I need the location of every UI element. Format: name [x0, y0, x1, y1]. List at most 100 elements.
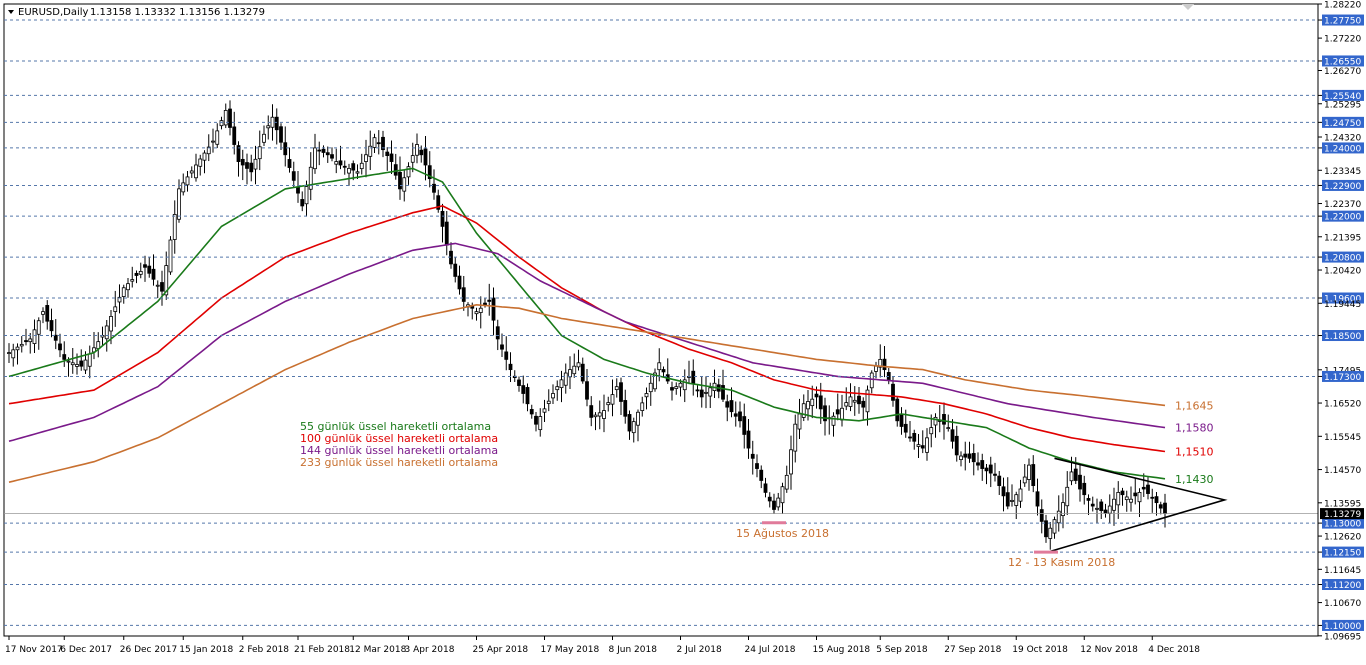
candle-body: [521, 385, 526, 394]
ema-legend: 55 günlük üssel hareketli ortalama100 gü…: [300, 420, 498, 469]
time-tick-label: 26 Dec 2017: [120, 645, 178, 655]
candle-body: [419, 149, 424, 156]
candle-body: [28, 338, 33, 343]
candle-body: [797, 413, 802, 430]
candle-body: [891, 383, 895, 401]
candle-body: [529, 409, 534, 415]
candle-body: [232, 126, 237, 145]
time-tick-label: 24 Jul 2018: [745, 645, 796, 655]
candle-body: [614, 386, 619, 391]
candle-body: [194, 164, 198, 179]
price-tick-label: 1.10000: [1324, 622, 1361, 632]
candle-body: [113, 306, 118, 312]
candle-body: [504, 351, 509, 360]
candle-body: [606, 402, 611, 406]
candle-body: [138, 270, 143, 275]
candle-body: [708, 387, 713, 397]
candle-body: [644, 393, 649, 398]
candle-body: [695, 389, 700, 392]
candle-body: [1095, 507, 1099, 510]
candle-body: [83, 359, 88, 371]
candle-body: [954, 435, 959, 456]
candle-body: [45, 305, 50, 322]
candle-body: [189, 170, 194, 174]
candle-body: [738, 411, 742, 422]
candle-body: [351, 163, 356, 171]
candle-body: [1022, 476, 1027, 484]
price-tick-label: 1.19445: [1324, 300, 1361, 310]
candle-body: [912, 432, 917, 442]
price-tick-label: 1.20420: [1324, 267, 1361, 277]
candle-body: [963, 453, 968, 458]
candle-body: [79, 360, 84, 367]
candle-body: [338, 160, 343, 166]
candle-body: [929, 427, 934, 435]
candle-body: [725, 401, 730, 408]
candle-body: [572, 365, 577, 375]
candle-body: [840, 407, 844, 421]
price-tick-label: 1.10670: [1324, 599, 1361, 609]
ema-end-label: 1,1645: [1175, 399, 1214, 412]
price-tick-label: 1.15545: [1324, 433, 1361, 443]
candle-body: [283, 142, 288, 156]
candle-body: [262, 133, 266, 143]
candle-body: [15, 346, 20, 351]
candle-body: [1090, 503, 1095, 507]
candle-body: [457, 275, 462, 290]
candle-body: [202, 152, 207, 161]
candle-body: [274, 116, 279, 131]
candle-body: [661, 369, 666, 373]
candle-body: [376, 142, 381, 145]
candle-body: [1150, 496, 1155, 499]
time-axis[interactable]: 17 Nov 20176 Dec 2017 26 Dec 2017 15 Jan 2…: [5, 636, 1200, 655]
candle-body: [1001, 486, 1006, 497]
candle-body: [640, 402, 645, 411]
symbol-title: EURUSD,Daily: [18, 7, 89, 18]
candle-body: [1039, 509, 1044, 522]
candle-body: [657, 362, 662, 371]
candle-body: [776, 497, 781, 508]
candle-body: [211, 140, 215, 143]
candle-body: [942, 414, 946, 425]
price-tick-label: 1.14570: [1324, 466, 1361, 476]
price-tick-label: 1.24750: [1324, 119, 1361, 129]
current-price-label: 1.13279: [1324, 510, 1361, 520]
candle-body: [415, 144, 419, 156]
price-tick-label: 1.27750: [1324, 17, 1361, 27]
candle-body: [542, 408, 547, 413]
candle-body: [844, 402, 849, 407]
price-tick-label: 1.20800: [1324, 254, 1361, 264]
candle-body: [287, 159, 292, 168]
candle-body: [895, 398, 900, 422]
candle-body: [453, 263, 458, 277]
candle-body: [291, 171, 296, 181]
low-annotation: 15 Ağustos 2018: [736, 527, 829, 540]
candle-body: [1010, 499, 1014, 502]
candle-body: [296, 186, 300, 194]
candle-body: [925, 437, 929, 453]
candle-body: [313, 147, 317, 170]
candle-body: [810, 398, 815, 407]
candle-body: [729, 400, 734, 413]
price-tick-label: 1.26550: [1324, 57, 1361, 67]
candle-body: [304, 186, 309, 205]
candle-body: [874, 365, 878, 372]
candle-body: [755, 463, 759, 469]
candle-body: [245, 162, 249, 169]
candle-body: [342, 165, 347, 168]
candle-body: [62, 354, 67, 360]
price-axis[interactable]: 1.282201.277501.272201.265501.262701.255…: [1317, 1, 1364, 643]
time-tick-label: 6 Dec 2017: [60, 645, 112, 655]
candle-body: [257, 146, 262, 160]
candle-body: [1082, 482, 1087, 496]
candle-body: [721, 385, 725, 400]
eurusd-daily-chart[interactable]: 1,1430 1,1510 1,1580 1,1645 15 Ağustos 2018…: [0, 0, 1366, 665]
candle-body: [1014, 494, 1019, 506]
time-tick-label: 15 Jan 2018: [179, 645, 233, 655]
candle-body: [1133, 492, 1138, 497]
candle-body: [461, 287, 466, 302]
candle-body: [517, 379, 521, 386]
candle-body: [576, 362, 581, 368]
candle-body: [772, 500, 776, 510]
candle-body: [602, 410, 606, 419]
